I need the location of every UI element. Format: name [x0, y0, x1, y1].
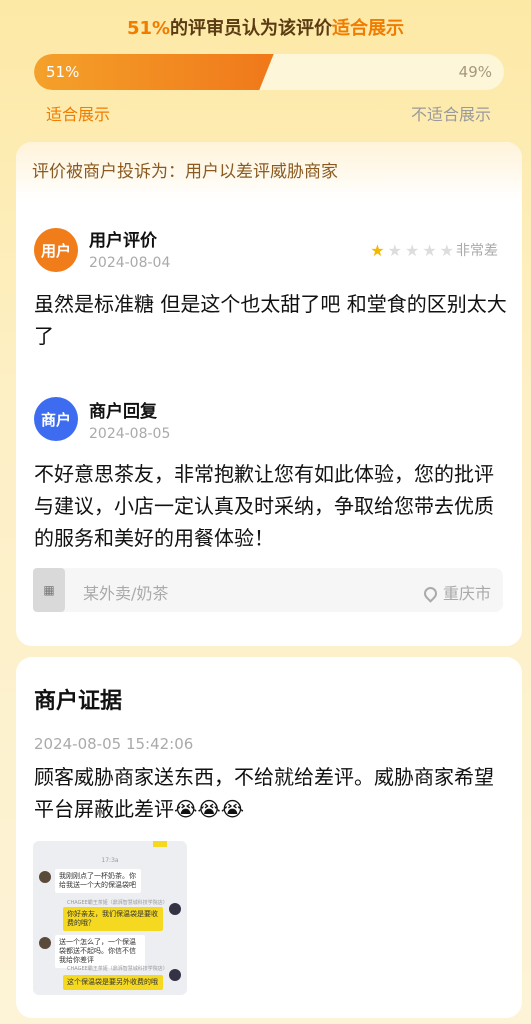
merchant-reply-date: 2024-08-05 — [89, 426, 171, 442]
chat-sender-meta: CHAGEE霸王茶姬（鼎湃智慧城科技学院店） — [67, 900, 168, 906]
consensus-text: 的评审员认为该评价 — [170, 18, 333, 39]
chat-message: 送一个怎么了，一个保温袋都送不起吗。你信不信我给你差评 — [55, 935, 145, 968]
store-info-bar[interactable]: ▦ 某外卖/奶茶 重庆市 — [33, 568, 503, 612]
chat-message: 我刚刚点了一杯奶茶。你给我送一个大的保温袋吧 — [55, 869, 141, 893]
shop-avatar — [169, 903, 181, 915]
chat-sender-meta: CHAGEE霸王茶姬（鼎湃智慧城科技学院店） — [67, 966, 168, 972]
vote-bar: 51% 49% — [34, 54, 504, 90]
consensus-title: 51%的评审员认为该评价适合展示 — [0, 14, 531, 40]
star-icon: ★ — [370, 240, 385, 260]
chat-top-highlight — [153, 841, 167, 847]
merchant-avatar: 商户 — [34, 397, 78, 441]
store-thumbnail-icon: ▦ — [33, 568, 65, 612]
complaint-reason: 评价被商户投诉为：用户以差评威胁商家 — [16, 142, 522, 200]
suitable-pct: 51% — [46, 63, 80, 81]
user-review-text: 虽然是标准糖 但是这个也太甜了吧 和堂食的区别太大了 — [34, 292, 507, 348]
evidence-text: 顾客威胁商家送东西，不给就给差评。威胁商家希望平台屏蔽此差评😭😭😭 — [34, 765, 494, 821]
suitable-label: 适合展示 — [46, 105, 111, 124]
user-review-author: 用户评价 — [89, 231, 157, 251]
evidence-datetime: 2024-08-05 15:42:06 — [34, 735, 194, 753]
rating-stars: ★ ★ ★ ★ ★ 非常差 — [370, 240, 498, 260]
customer-avatar — [39, 937, 51, 949]
star-icon: ★ — [422, 240, 437, 260]
store-name: 某外卖/奶茶 — [83, 584, 169, 603]
merchant-reply-author: 商户回复 — [89, 402, 157, 422]
unsuitable-label: 不适合展示 — [410, 105, 491, 124]
customer-avatar — [39, 871, 51, 883]
evidence-screenshot[interactable]: 17:3a 我刚刚点了一杯奶茶。你给我送一个大的保温袋吧 CHAGEE霸王茶姬（… — [33, 841, 187, 995]
user-review-date: 2024-08-04 — [89, 255, 171, 271]
store-city: 重庆市 — [442, 584, 491, 603]
consensus-pct: 51% — [126, 18, 171, 39]
merchant-reply-text: 不好意思茶友，非常抱歉让您有如此体验，您的批评与建议，小店一定认真及时采纳，争取… — [34, 462, 494, 550]
store-location: 重庆市 — [421, 580, 491, 604]
evidence-card: 商户证据 2024-08-05 15:42:06 顾客威胁商家送东西，不给就给差… — [16, 657, 522, 1018]
unsuitable-pct: 49% — [458, 63, 492, 81]
consensus-verdict: 适合展示 — [332, 18, 405, 39]
user-avatar: 用户 — [34, 228, 78, 272]
star-icon: ★ — [387, 240, 402, 260]
star-icon: ★ — [404, 240, 420, 260]
chat-message: 你好亲友，我们保温袋是要收费的哦？ — [63, 907, 163, 931]
rating-label: 非常差 — [456, 243, 498, 259]
chat-time: 17:3a — [101, 857, 119, 864]
evidence-title: 商户证据 — [34, 689, 123, 714]
chat-message: 这个保温袋是要另外收费的哦 — [63, 975, 163, 990]
shop-avatar — [169, 969, 181, 981]
location-pin-icon — [421, 584, 440, 603]
star-icon: ★ — [439, 240, 454, 260]
review-card: 评价被商户投诉为：用户以差评威胁商家 用户 用户评价 2024-08-04 ★ ★… — [16, 142, 522, 646]
